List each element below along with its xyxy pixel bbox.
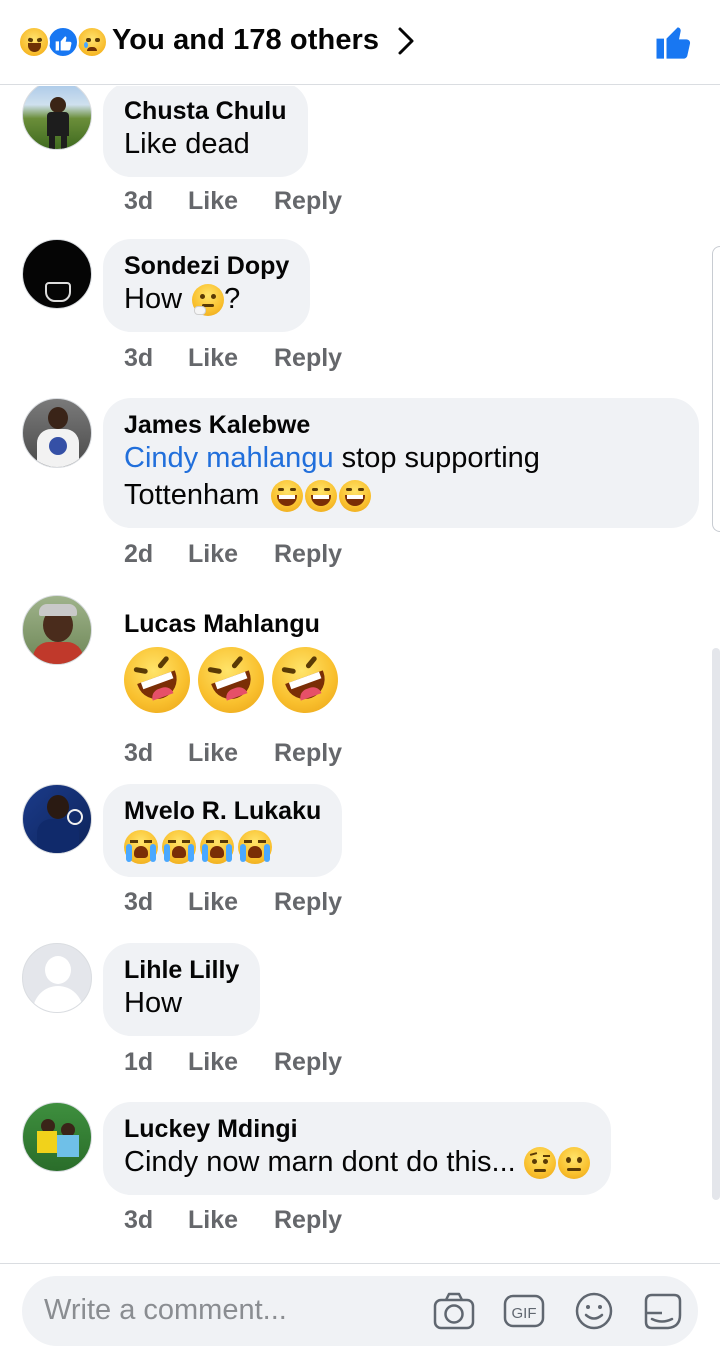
comment-text: Cindy mahlangu stop supporting (124, 442, 540, 474)
comment-actions: 3d Like Reply (124, 344, 342, 373)
mention-link[interactable]: Cindy mahlangu (124, 442, 334, 474)
comment-actions: 3d Like Reply (124, 187, 342, 216)
comment-time: 3d (124, 187, 154, 215)
avatar[interactable] (22, 784, 92, 854)
comment-time: 3d (124, 1206, 154, 1234)
like-link[interactable]: Like (188, 187, 274, 216)
comment-actions: 2d Like Reply (124, 540, 342, 569)
comment-time: 3d (124, 888, 154, 916)
comment-actions: 3d Like Reply (124, 888, 342, 917)
comment-bubble[interactable]: James Kalebwe Cindy mahlangu stop suppor… (103, 398, 699, 528)
like-link[interactable]: Like (188, 1206, 274, 1235)
joy-face-icon (271, 480, 304, 513)
comment-bubble[interactable]: Chusta Chulu Like dead (103, 86, 308, 177)
chevron-right-icon[interactable] (397, 26, 415, 56)
sad-reaction-icon (76, 26, 108, 58)
reactions-summary[interactable] (18, 26, 110, 58)
comment-author[interactable]: Chusta Chulu (124, 96, 287, 126)
rofl-face-icon (188, 637, 274, 723)
comment-text-line2: Tottenham (124, 477, 678, 514)
comment-bubble[interactable]: Sondezi Dopy How ? (103, 239, 311, 332)
comment-text: How ? (124, 283, 241, 317)
camera-icon[interactable] (432, 1291, 476, 1331)
like-link[interactable]: Like (188, 1048, 274, 1077)
like-link[interactable]: Like (188, 540, 274, 569)
comment-time: 2d (124, 540, 154, 568)
reply-link[interactable]: Reply (274, 187, 342, 216)
comment-bubble[interactable]: Lihle Lilly How (103, 943, 261, 1036)
comment-author[interactable]: Lucas Mahlangu (124, 609, 320, 639)
comment-list[interactable]: Chusta Chulu Like dead 3d Like Reply Sonde… (0, 86, 720, 1262)
comment-bubble[interactable]: Luckey Mdingi Cindy now marn dont do thi… (103, 1102, 611, 1195)
scroll-edge (712, 246, 720, 532)
comment-author[interactable]: James Kalebwe (124, 410, 678, 440)
reply-link[interactable]: Reply (274, 540, 342, 569)
rofl-face-icon (114, 637, 200, 723)
thumbs-up-icon[interactable] (654, 22, 694, 62)
comment-time: 3d (124, 739, 154, 767)
avatar[interactable] (22, 943, 92, 1013)
avatar[interactable] (22, 239, 92, 309)
emoji-icon[interactable] (572, 1291, 616, 1331)
comment-bubble[interactable]: Mvelo R. Lukaku (103, 784, 343, 877)
comment-time: 3d (124, 344, 154, 372)
comment-text: Cindy now marn dont do this... (124, 1144, 590, 1181)
like-link[interactable]: Like (188, 344, 274, 373)
sob-face-icon (238, 830, 272, 864)
avatar[interactable] (22, 1102, 92, 1172)
joy-face-icon (339, 480, 372, 513)
comment-actions: 3d Like Reply (124, 739, 342, 768)
comment-text: Like dead (124, 128, 250, 160)
comment-emoji-row (124, 826, 321, 864)
neutral-face-icon (557, 1147, 590, 1180)
sob-face-icon (200, 830, 234, 864)
comment-text: How (124, 987, 183, 1019)
comment-input[interactable]: Write a comment... GIF (22, 1276, 698, 1346)
avatar[interactable] (22, 86, 92, 150)
raised-eyebrow-face-icon (523, 1147, 556, 1180)
joy-face-icon (305, 480, 338, 513)
like-reaction-icon (47, 26, 79, 58)
avatar[interactable] (22, 595, 92, 665)
comment-actions: 1d Like Reply (124, 1048, 342, 1077)
comment-time: 1d (124, 1048, 154, 1076)
svg-text:GIF: GIF (512, 1305, 537, 1322)
comment-author[interactable]: Lihle Lilly (124, 955, 239, 985)
reactions-header: You and 178 others (0, 0, 720, 85)
comment-author[interactable]: Mvelo R. Lukaku (124, 796, 321, 826)
reply-link[interactable]: Reply (274, 344, 342, 373)
like-link[interactable]: Like (188, 739, 274, 768)
avatar[interactable] (22, 398, 92, 468)
comment-author[interactable]: Sondezi Dopy (124, 251, 289, 281)
sob-face-icon (124, 830, 158, 864)
sticker-icon[interactable] (640, 1291, 686, 1331)
reply-link[interactable]: Reply (274, 888, 342, 917)
sob-face-icon (162, 830, 196, 864)
like-link[interactable]: Like (188, 888, 274, 917)
rofl-face-icon (262, 637, 348, 723)
emoji-only-comment (114, 637, 348, 723)
reactions-count-title[interactable]: You and 178 others (112, 24, 379, 57)
reply-link[interactable]: Reply (274, 1048, 342, 1077)
comment-author[interactable]: Luckey Mdingi (124, 1114, 590, 1144)
reply-link[interactable]: Reply (274, 739, 342, 768)
thinking-face-icon (192, 284, 225, 317)
reply-link[interactable]: Reply (274, 1206, 342, 1235)
comment-actions: 3d Like Reply (124, 1206, 342, 1235)
comment-placeholder[interactable]: Write a comment... (44, 1294, 287, 1327)
scrollbar[interactable] (712, 648, 720, 1200)
gif-icon[interactable]: GIF (502, 1291, 546, 1331)
comment-composer-bar: Write a comment... GIF (0, 1263, 720, 1355)
laugh-reaction-icon (18, 26, 50, 58)
